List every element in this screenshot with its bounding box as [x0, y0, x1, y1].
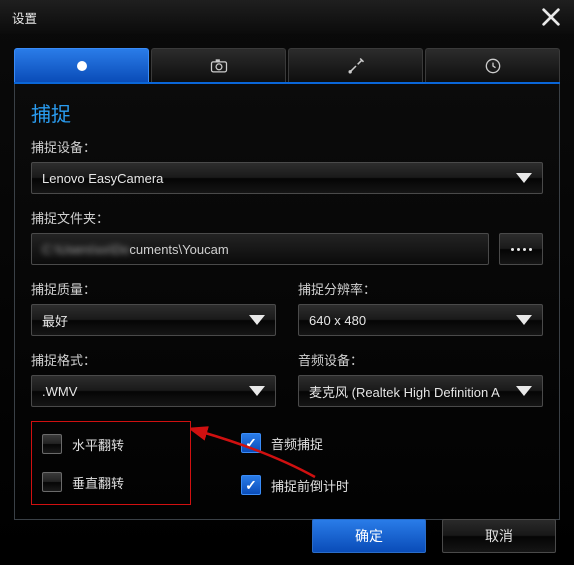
tab-bar	[14, 48, 560, 84]
dot-icon	[517, 248, 520, 251]
chevron-down-icon	[249, 315, 265, 325]
capture-panel: 捕捉 捕捉设备： Lenovo EasyCamera 捕捉文件夹： C:\Use…	[14, 84, 560, 520]
clock-icon	[483, 56, 503, 76]
chevron-down-icon	[516, 386, 532, 396]
chevron-down-icon	[516, 173, 532, 183]
countdown-label: 捕捉前倒计时	[271, 476, 349, 495]
cancel-button[interactable]: 取消	[442, 519, 556, 553]
folder-path-visible: cuments\Youcam	[129, 242, 228, 257]
tab-tools[interactable]	[288, 48, 423, 82]
resolution-value: 640 x 480	[309, 313, 366, 328]
quality-select[interactable]: 最好	[31, 304, 276, 336]
hflip-label: 水平翻转	[72, 435, 124, 454]
dot-icon	[511, 248, 514, 251]
format-value: .WMV	[42, 384, 77, 399]
audio-device-select[interactable]: 麦克风 (Realtek High Definition A	[298, 375, 543, 407]
audio-capture-label: 音频捕捉	[271, 434, 323, 453]
audio-capture-checkbox[interactable]	[241, 433, 261, 453]
dialog-footer: 确定 取消	[312, 519, 556, 553]
folder-label: 捕捉文件夹：	[31, 208, 543, 227]
ok-button[interactable]: 确定	[312, 519, 426, 553]
right-checks: 音频捕捉 捕捉前倒计时	[213, 421, 543, 505]
countdown-checkbox[interactable]	[241, 475, 261, 495]
folder-path-hidden: C:\Users\xx\Do	[42, 242, 129, 257]
folder-path: C:\Users\xx\Documents\Youcam	[31, 233, 489, 265]
tab-time[interactable]	[425, 48, 560, 82]
titlebar: 设置	[0, 0, 574, 34]
record-icon	[72, 56, 92, 76]
hflip-checkbox[interactable]	[42, 434, 62, 454]
browse-button[interactable]	[499, 233, 543, 265]
tab-camera[interactable]	[151, 48, 286, 82]
quality-value: 最好	[42, 311, 68, 330]
dot-icon	[523, 248, 526, 251]
settings-window: 设置 捕捉 捕捉设备： Lenovo EasyCamera 捕捉文件夹：	[0, 0, 574, 565]
quality-label: 捕捉质量：	[31, 279, 276, 298]
close-icon	[540, 6, 562, 28]
close-button[interactable]	[538, 4, 564, 30]
dot-icon	[529, 248, 532, 251]
chevron-down-icon	[249, 386, 265, 396]
device-select[interactable]: Lenovo EasyCamera	[31, 162, 543, 194]
camera-icon	[209, 56, 229, 76]
cancel-label: 取消	[485, 526, 513, 546]
tab-capture[interactable]	[14, 48, 149, 82]
format-select[interactable]: .WMV	[31, 375, 276, 407]
chevron-down-icon	[516, 315, 532, 325]
resolution-select[interactable]: 640 x 480	[298, 304, 543, 336]
audio-device-label: 音频设备：	[298, 350, 543, 369]
section-title: 捕捉	[31, 98, 543, 127]
format-label: 捕捉格式：	[31, 350, 276, 369]
vflip-checkbox[interactable]	[42, 472, 62, 492]
flip-group-highlight: 水平翻转 垂直翻转	[31, 421, 191, 505]
device-value: Lenovo EasyCamera	[42, 171, 163, 186]
ok-label: 确定	[355, 526, 383, 546]
vflip-label: 垂直翻转	[72, 473, 124, 492]
tools-icon	[346, 56, 366, 76]
resolution-label: 捕捉分辨率：	[298, 279, 543, 298]
audio-device-value: 麦克风 (Realtek High Definition A	[309, 382, 500, 401]
window-title: 设置	[12, 8, 37, 27]
device-label: 捕捉设备：	[31, 137, 543, 156]
